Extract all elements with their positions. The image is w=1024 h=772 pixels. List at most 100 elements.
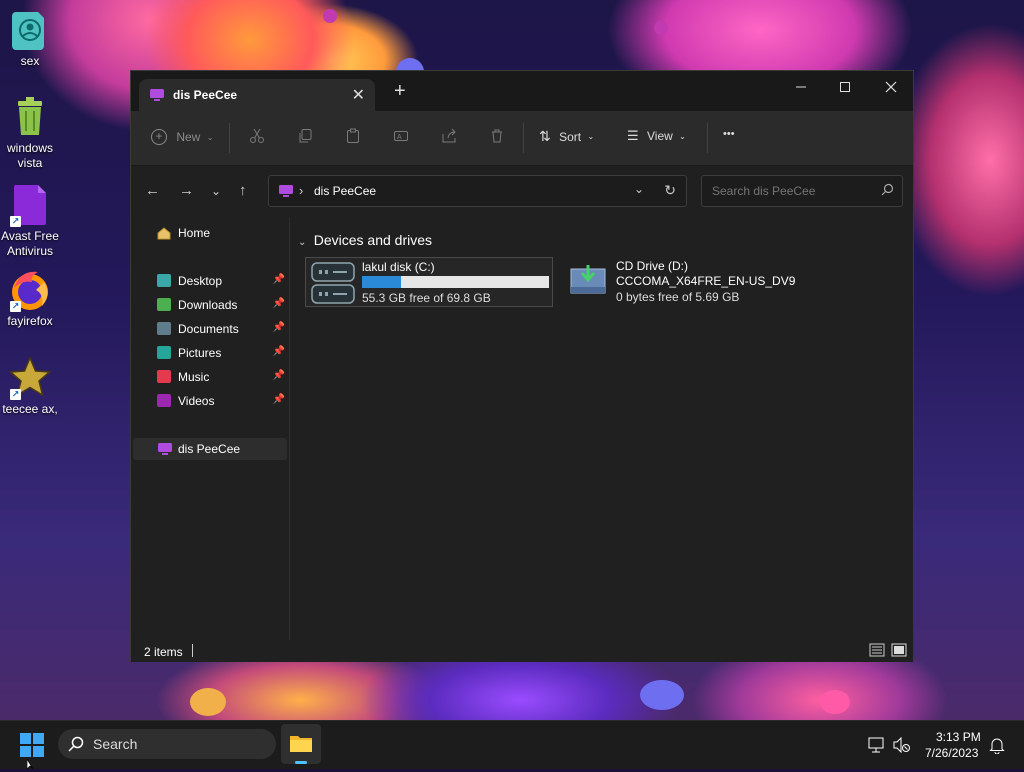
taskbar-search[interactable]: Search xyxy=(58,729,276,759)
drive-usage-fill xyxy=(362,276,402,288)
command-bar: + New ⌄ A ⇅ Sort ⌄ ☰ View ⌄ ••• xyxy=(131,111,913,166)
copy-button[interactable] xyxy=(297,128,313,147)
title-bar[interactable]: dis PeeCee ✕ + xyxy=(131,71,913,111)
computer-icon xyxy=(149,88,165,105)
forward-button[interactable]: → xyxy=(179,182,194,199)
taskbar-file-explorer[interactable] xyxy=(281,724,321,764)
copy-icon xyxy=(299,129,312,143)
sidebar-item-downloads[interactable]: Downloads 📌 xyxy=(133,294,287,316)
cd-drive-icon xyxy=(569,261,607,300)
desktop-icon-teecee[interactable]: ↗ teecee ax, xyxy=(0,356,60,417)
delete-button[interactable] xyxy=(489,128,505,147)
sidebar-item-label: Videos xyxy=(178,394,215,408)
pin-icon[interactable]: 📌 xyxy=(273,322,285,333)
pin-icon[interactable]: 📌 xyxy=(273,346,285,357)
address-history-dropdown[interactable]: ⌄ xyxy=(634,182,644,196)
cut-button[interactable] xyxy=(249,128,265,147)
sidebar-item-this-pc[interactable]: dis PeeCee xyxy=(133,438,287,460)
paste-button[interactable] xyxy=(345,128,361,147)
pin-icon[interactable]: 📌 xyxy=(273,370,285,381)
pin-icon[interactable]: 📌 xyxy=(273,274,285,285)
close-window-button[interactable] xyxy=(871,75,911,103)
windows-logo-icon xyxy=(20,733,44,757)
refresh-icon[interactable]: ↻ xyxy=(664,182,676,199)
drive-free-space: 0 bytes free of 5.69 GB xyxy=(616,290,740,304)
status-bar: 2 items xyxy=(131,640,913,662)
new-tab-button[interactable]: + xyxy=(394,81,406,101)
see-more-button[interactable]: ••• xyxy=(723,128,735,140)
breadcrumb-location[interactable]: dis PeeCee xyxy=(314,184,376,198)
sidebar-item-music[interactable]: Music 📌 xyxy=(133,366,287,388)
toolbar-divider xyxy=(707,123,708,153)
pictures-folder-icon xyxy=(157,346,171,359)
clock-date[interactable]: 7/26/2023 xyxy=(925,746,978,760)
start-button[interactable] xyxy=(20,733,44,760)
large-icons-view-icon[interactable] xyxy=(891,643,907,660)
address-bar[interactable]: › dis PeeCee ⌄ ↻ xyxy=(268,175,687,207)
search-box[interactable] xyxy=(701,175,903,207)
desktop-icon-avast[interactable]: ↗ Avast Free Antivirus xyxy=(0,183,60,259)
network-icon[interactable] xyxy=(868,737,886,756)
pin-icon[interactable]: 📌 xyxy=(273,394,285,405)
desktop-icon-recycle-bin[interactable]: windows vista xyxy=(0,95,60,171)
desktop-icon-firefox[interactable]: ↗ fayirefox xyxy=(0,268,60,329)
folder-icon xyxy=(289,733,313,756)
group-header-devices[interactable]: ⌄ Devices and drives xyxy=(298,232,432,248)
user-folder-icon xyxy=(8,8,52,52)
desktop-icon-label: sex xyxy=(20,54,40,68)
desktop-icon-sex[interactable]: sex xyxy=(0,8,60,69)
share-button[interactable] xyxy=(441,128,457,147)
minimize-button[interactable] xyxy=(781,75,821,103)
recent-locations-button[interactable]: ⌄ xyxy=(211,184,221,198)
star-icon: ↗ xyxy=(8,356,52,400)
drive-usage-bar xyxy=(362,276,549,288)
sidebar-item-pictures[interactable]: Pictures 📌 xyxy=(133,342,287,364)
sidebar-item-videos[interactable]: Videos 📌 xyxy=(133,390,287,412)
drive-item-c[interactable]: lakul disk (C:) 55.3 GB free of 69.8 GB xyxy=(305,257,553,307)
search-input[interactable] xyxy=(710,183,874,199)
desktop-folder-icon xyxy=(157,274,171,287)
shortcut-arrow-icon: ↗ xyxy=(10,389,21,400)
chevron-down-icon: ⌄ xyxy=(206,132,214,142)
sort-button[interactable]: ⇅ Sort ⌄ xyxy=(539,128,594,145)
file-explorer-window: dis PeeCee ✕ + + New ⌄ A ⇅ Sort ⌄ ☰ View… xyxy=(130,70,914,662)
downloads-folder-icon xyxy=(157,298,171,311)
search-icon[interactable] xyxy=(881,183,894,199)
sidebar-item-label: dis PeeCee xyxy=(178,442,241,456)
view-button[interactable]: ☰ View ⌄ xyxy=(627,128,686,144)
sidebar-item-desktop[interactable]: Desktop 📌 xyxy=(133,270,287,292)
rename-icon: A xyxy=(394,131,408,141)
close-tab-icon[interactable]: ✕ xyxy=(352,85,365,105)
sidebar-item-documents[interactable]: Documents 📌 xyxy=(133,318,287,340)
volume-muted-icon[interactable] xyxy=(893,736,911,756)
tab-this-pc[interactable]: dis PeeCee ✕ xyxy=(139,79,375,111)
navigation-pane: Home Desktop 📌 Downloads 📌 Documents 📌 P… xyxy=(131,218,290,640)
new-button[interactable]: + New ⌄ xyxy=(151,129,213,145)
breadcrumb-separator: › xyxy=(299,183,304,198)
pin-icon[interactable]: 📌 xyxy=(273,298,285,309)
running-indicator xyxy=(295,761,307,764)
sidebar-item-home[interactable]: Home xyxy=(133,222,287,244)
back-button[interactable]: ← xyxy=(145,182,160,199)
arrow-right-icon: → xyxy=(179,182,194,199)
desktop-icon-label: fayirefox xyxy=(7,314,53,328)
maximize-button[interactable] xyxy=(825,75,865,103)
details-view-icon[interactable] xyxy=(869,643,885,660)
drive-item-d[interactable]: CD Drive (D:) CCCOMA_X64FRE_EN-US_DV9 0 … xyxy=(565,257,805,307)
documents-folder-icon xyxy=(157,322,171,335)
desktop-icon-label: windows vista xyxy=(6,141,54,170)
up-button[interactable]: ↑ xyxy=(239,182,247,199)
toolbar-divider xyxy=(229,123,230,153)
chevron-down-icon: ⌄ xyxy=(211,184,222,198)
sidebar-item-label: Desktop xyxy=(178,274,223,288)
recycle-bin-icon xyxy=(8,95,52,139)
view-button-label: View xyxy=(647,129,673,143)
trash-icon xyxy=(492,129,502,143)
drive-name: lakul disk (C:) xyxy=(362,260,435,274)
drive-name: CD Drive (D:) xyxy=(616,259,688,273)
chevron-down-icon: ⌄ xyxy=(587,132,595,141)
clock-time[interactable]: 3:13 PM xyxy=(936,730,981,744)
shortcut-arrow-icon: ↗ xyxy=(10,216,21,227)
rename-button[interactable]: A xyxy=(393,128,409,147)
notification-icon[interactable] xyxy=(988,736,1006,757)
